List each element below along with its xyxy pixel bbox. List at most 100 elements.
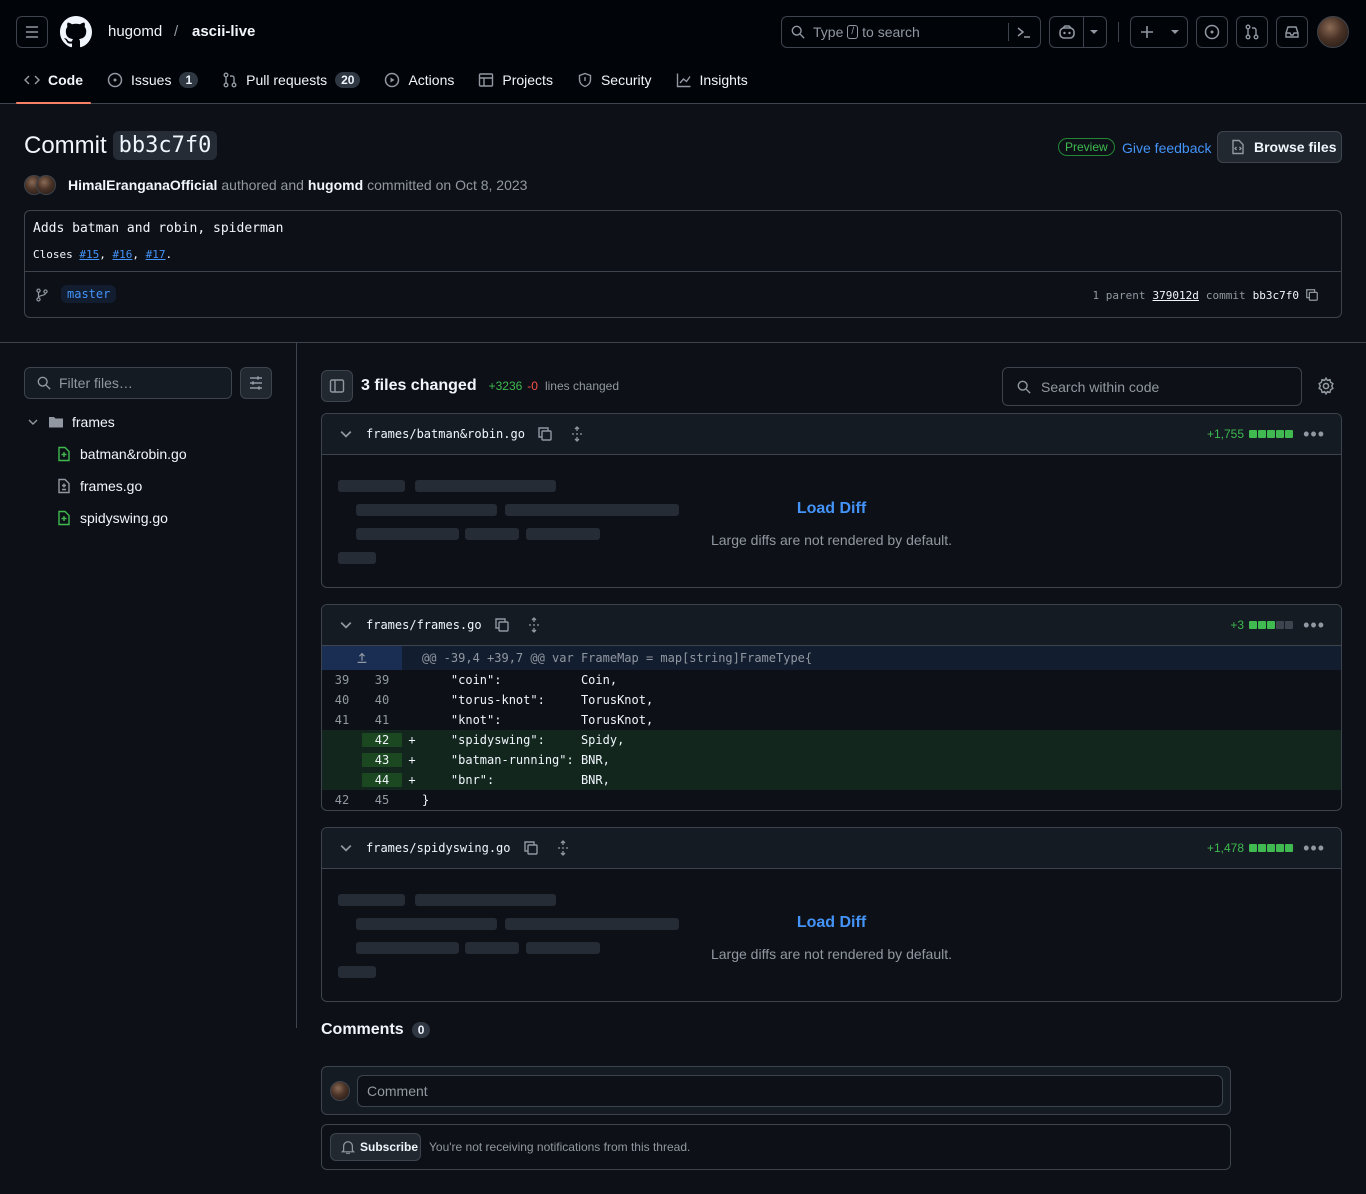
new-line-number[interactable]: 45	[362, 793, 402, 807]
tab-issues[interactable]: Issues 1	[99, 64, 206, 96]
filter-options-button[interactable]	[240, 367, 272, 399]
file-options-button[interactable]: •••	[1303, 424, 1325, 445]
file-label: spidyswing.go	[80, 510, 168, 526]
search-icon	[791, 25, 805, 39]
tab-code[interactable]: Code	[16, 64, 91, 104]
chevron-down-icon[interactable]	[340, 428, 352, 440]
toggle-file-tree-button[interactable]	[321, 370, 353, 402]
committed-text: committed on Oct 8, 2023	[367, 177, 528, 193]
diffstat-block-added	[1276, 430, 1284, 438]
breadcrumb-repo[interactable]: ascii-live	[192, 23, 255, 40]
parent-sha-link[interactable]: 379012d	[1153, 289, 1199, 302]
copilot-button[interactable]	[1049, 16, 1107, 48]
notification-notice: You're not receiving notifications from …	[429, 1140, 691, 1154]
new-line-number[interactable]: 41	[362, 713, 402, 727]
tree-folder-frames[interactable]: frames	[24, 414, 115, 430]
author-link[interactable]: HimalEranganaOfficial	[68, 177, 217, 193]
new-line-number[interactable]: 44	[362, 773, 402, 787]
shield-icon	[578, 72, 592, 88]
search-icon	[37, 376, 51, 390]
copilot-icon	[1059, 25, 1075, 39]
lines-changed-label: lines changed	[544, 379, 620, 393]
load-diff-button[interactable]: Load Diff	[322, 914, 1341, 932]
branch-badge[interactable]: master	[61, 285, 117, 303]
committer-link[interactable]: hugomd	[308, 177, 363, 193]
git-branch-icon	[36, 288, 48, 302]
search-key-hint: /	[847, 25, 859, 39]
diff-stat: +1,478	[1207, 841, 1293, 855]
gear-icon[interactable]	[1317, 377, 1335, 395]
expand-icon[interactable]	[569, 426, 585, 442]
github-logo-icon[interactable]	[60, 16, 92, 48]
committer-avatar[interactable]	[36, 175, 56, 195]
new-line-number[interactable]: 43	[362, 753, 402, 767]
comments-title: Comments	[321, 1021, 404, 1038]
tree-file[interactable]: frames.go	[56, 478, 142, 494]
commit-box-divider	[25, 271, 1341, 272]
tab-pull-requests[interactable]: Pull requests 20	[214, 64, 368, 96]
comment-input[interactable]: Comment	[357, 1075, 1223, 1107]
chevron-down-icon	[28, 419, 38, 425]
hamburger-icon	[26, 26, 38, 38]
search-text-after: to search	[862, 24, 920, 40]
new-line-number[interactable]: 39	[362, 673, 402, 687]
copy-icon[interactable]	[1305, 288, 1319, 302]
search-within-code-input[interactable]: Search within code	[1002, 367, 1302, 406]
file-code-icon	[1232, 139, 1244, 155]
inbox-button[interactable]	[1276, 16, 1308, 48]
expand-icon[interactable]	[555, 840, 571, 856]
tree-file[interactable]: spidyswing.go	[56, 510, 168, 526]
code-line: }	[422, 793, 430, 807]
tab-insights[interactable]: Insights	[668, 64, 756, 96]
old-line-number[interactable]: 42	[322, 793, 362, 807]
expand-up-button[interactable]	[322, 646, 402, 670]
filter-files-input[interactable]: Filter files…	[24, 367, 232, 399]
file-options-button[interactable]: •••	[1303, 615, 1325, 636]
copy-icon[interactable]	[523, 840, 539, 856]
load-diff-button[interactable]: Load Diff	[322, 500, 1341, 518]
file-name[interactable]: frames/frames.go	[366, 618, 482, 632]
old-line-number[interactable]: 40	[322, 693, 362, 707]
issue-link[interactable]: #15	[79, 248, 99, 261]
breadcrumb-separator: /	[174, 23, 179, 40]
create-new-button[interactable]	[1130, 16, 1188, 48]
comments-heading: Comments 0	[321, 1021, 431, 1039]
filter-placeholder: Filter files…	[59, 375, 133, 391]
code-line: "spidyswing": Spidy,	[422, 733, 625, 747]
new-line-number[interactable]: 40	[362, 693, 402, 707]
old-line-number[interactable]: 39	[322, 673, 362, 687]
tab-security[interactable]: Security	[569, 64, 660, 96]
chevron-down-icon[interactable]	[340, 619, 352, 631]
tree-file[interactable]: batman&robin.go	[56, 446, 187, 462]
expand-icon[interactable]	[526, 617, 542, 633]
file-name[interactable]: frames/batman&robin.go	[366, 427, 525, 441]
old-line-number[interactable]: 41	[322, 713, 362, 727]
tab-actions[interactable]: Actions	[376, 64, 462, 96]
give-feedback-link[interactable]: Give feedback	[1122, 140, 1212, 156]
file-name[interactable]: frames/spidyswing.go	[366, 841, 511, 855]
breadcrumb-owner[interactable]: hugomd	[108, 23, 162, 40]
diff-placeholder-bar	[338, 552, 376, 564]
diffstat-block-added	[1258, 844, 1266, 852]
command-palette-icon[interactable]	[1016, 24, 1032, 40]
diffstat-block-neutral	[1285, 621, 1293, 629]
issue-link[interactable]: #17	[146, 248, 166, 261]
issues-nav-button[interactable]	[1196, 16, 1228, 48]
user-avatar[interactable]	[1317, 16, 1349, 48]
chevron-down-icon[interactable]	[340, 842, 352, 854]
table-icon	[479, 73, 494, 87]
new-line-number[interactable]: 42	[362, 733, 402, 747]
copy-icon[interactable]	[494, 617, 510, 633]
pull-requests-nav-button[interactable]	[1236, 16, 1268, 48]
code-line: "batman-running": BNR,	[422, 753, 610, 767]
browse-files-button[interactable]: Browse files	[1217, 131, 1342, 163]
commit-meta: HimalEranganaOfficial authored and hugom…	[24, 175, 527, 195]
tab-projects[interactable]: Projects	[470, 64, 561, 96]
subscribe-button[interactable]: Subscribe	[330, 1133, 421, 1161]
global-search[interactable]: Type / to search	[781, 16, 1041, 48]
file-label: batman&robin.go	[80, 446, 187, 462]
copy-icon[interactable]	[537, 426, 553, 442]
file-options-button[interactable]: •••	[1303, 838, 1325, 859]
menu-button[interactable]	[16, 16, 48, 48]
issue-link[interactable]: #16	[113, 248, 133, 261]
